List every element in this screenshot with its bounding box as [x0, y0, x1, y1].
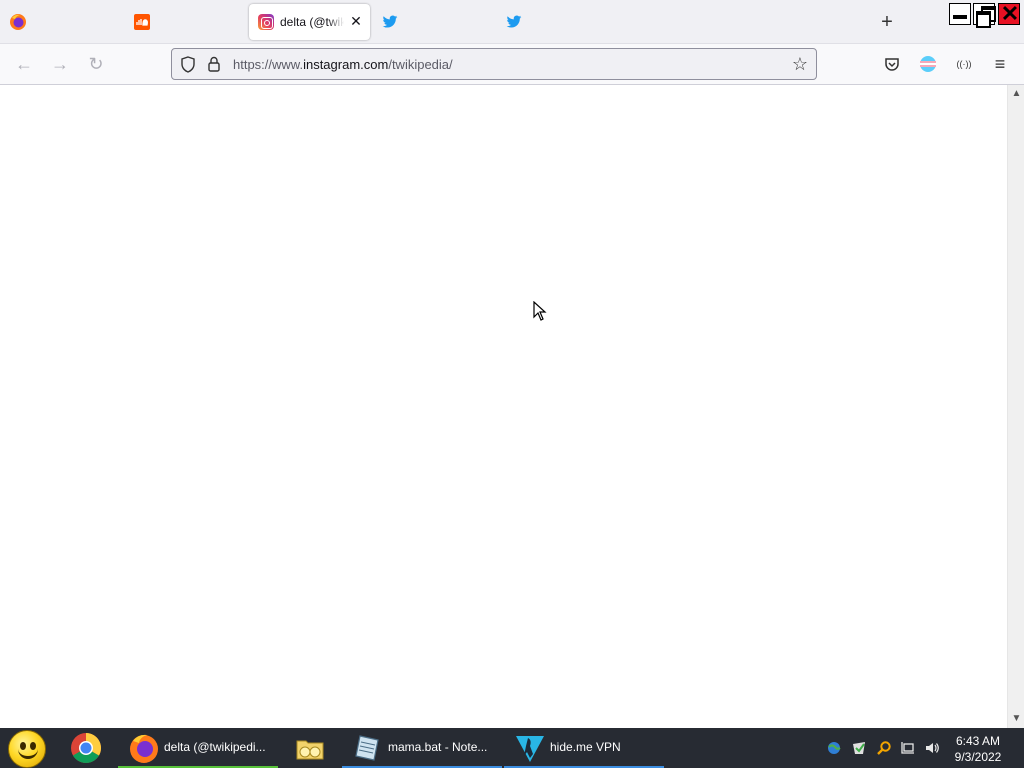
account-avatar-icon[interactable] — [918, 54, 938, 74]
taskbar-item-label: mama.bat - Note... — [388, 740, 488, 754]
forward-button[interactable]: → — [50, 54, 70, 74]
volume-icon[interactable] — [924, 740, 940, 756]
pocket-icon[interactable] — [882, 54, 902, 74]
taskbar-item-label: hide.me VPN — [550, 740, 621, 754]
restore-button[interactable] — [973, 3, 996, 28]
taskbar-item-label: delta (@twikipedi... — [164, 740, 266, 754]
firefox-tab-icon[interactable] — [9, 13, 27, 31]
minimize-button[interactable] — [949, 3, 971, 25]
notepad-icon — [355, 735, 379, 761]
url-text[interactable]: https://www.instagram.com/twikipedia/ — [233, 57, 453, 72]
new-tab-button[interactable]: + — [877, 12, 897, 32]
scroll-up-icon[interactable]: ▲ — [1008, 87, 1024, 101]
taskbar: delta (@twikipedi... mama.bat - Note... … — [0, 728, 1024, 768]
file-explorer-icon[interactable] — [294, 732, 326, 764]
tracking-protection-shield-icon[interactable] — [180, 56, 196, 73]
twitter-tab-icon-2[interactable] — [505, 13, 523, 31]
reload-button[interactable]: ↻ — [86, 54, 106, 74]
window-close-button[interactable]: ✕ — [998, 1, 1020, 26]
bookmark-star-icon[interactable]: ☆ — [790, 54, 810, 74]
address-bar[interactable]: https://www.instagram.com/twikipedia/ ☆ — [171, 48, 817, 80]
tab-instagram[interactable]: delta (@twikipedia) ✕ — [249, 4, 370, 40]
system-clock[interactable]: 6:43 AM 9/3/2022 — [948, 733, 1008, 765]
clock-date: 9/3/2022 — [954, 750, 1002, 764]
desktop: delta (@twikipedia) ✕ + ✕ ← → ↻ https://… — [0, 0, 1024, 768]
chrome-icon[interactable] — [70, 732, 102, 764]
tab-close-icon[interactable]: ✕ — [347, 12, 365, 30]
taskbar-item-notepad[interactable]: mama.bat - Note... — [342, 728, 502, 768]
url-prefix: https://www. — [233, 57, 304, 72]
instagram-icon — [258, 14, 274, 30]
page-content[interactable]: ▲ ▼ — [0, 85, 1024, 728]
mouse-cursor-icon — [533, 301, 547, 321]
twitter-tab-icon[interactable] — [381, 13, 399, 31]
navigation-toolbar: ← → ↻ https://www.instagram.com/twikiped… — [0, 44, 1024, 85]
extension-icon[interactable]: ((·)) — [954, 54, 974, 74]
vertical-scrollbar[interactable]: ▲ ▼ — [1007, 85, 1024, 728]
taskbar-item-firefox[interactable]: delta (@twikipedi... — [118, 728, 278, 768]
network-monitor-icon[interactable] — [900, 740, 916, 756]
lock-icon[interactable] — [207, 56, 221, 72]
tab-strip: delta (@twikipedia) ✕ + ✕ — [0, 0, 1024, 44]
search-tray-icon[interactable] — [876, 740, 892, 756]
close-icon: ✕ — [1000, 1, 1020, 26]
taskbar-item-hideme[interactable]: hide.me VPN — [504, 728, 664, 768]
hideme-vpn-icon — [516, 736, 544, 762]
url-path: /twikipedia/ — [388, 57, 453, 72]
url-host: instagram.com — [303, 57, 389, 72]
menu-icon[interactable]: ≡ — [990, 54, 1010, 74]
firefox-icon — [130, 734, 158, 763]
start-smile-icon — [18, 749, 38, 759]
start-button[interactable] — [8, 730, 46, 768]
scroll-down-icon[interactable]: ▼ — [1008, 712, 1024, 726]
network-globe-icon[interactable] — [826, 740, 842, 756]
soundcloud-tab-icon[interactable] — [133, 13, 151, 31]
tab-title: delta (@twikipedia) — [280, 15, 344, 29]
clock-time: 6:43 AM — [955, 734, 1001, 748]
shield-tray-icon[interactable] — [851, 740, 867, 756]
back-button[interactable]: ← — [14, 54, 34, 74]
